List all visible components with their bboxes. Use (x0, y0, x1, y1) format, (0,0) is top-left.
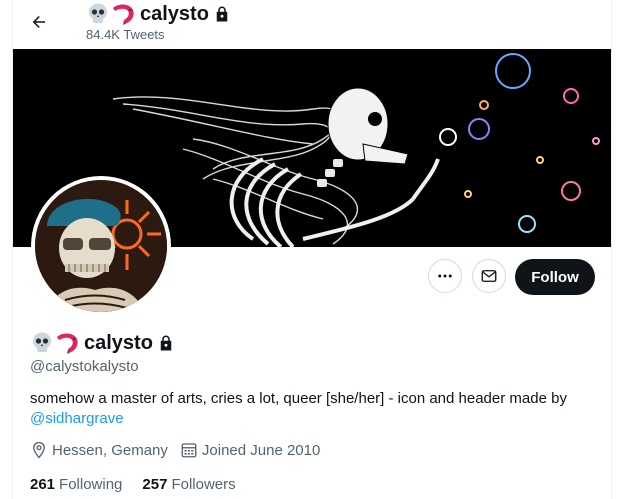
more-button[interactable] (428, 259, 462, 293)
calendar-icon (181, 443, 197, 458)
shrimp-emoji-icon (57, 333, 78, 354)
header-title: calysto (140, 2, 209, 25)
skull-emoji-icon (33, 332, 51, 352)
display-name-row: calysto (30, 331, 175, 355)
bio-text: somehow a master of arts, cries a lot, q… (30, 390, 567, 407)
follow-stats: 261 Following 257 Followers (30, 476, 256, 493)
following-link[interactable]: 261 Following (30, 476, 122, 493)
following-label: Following (59, 476, 123, 493)
lock-icon (160, 335, 172, 351)
header-title-row: calysto (86, 2, 231, 26)
followers-link[interactable]: 257 Followers (142, 476, 235, 493)
skull-emoji-icon (89, 3, 107, 23)
profile-bio: somehow a master of arts, cries a lot, q… (30, 389, 590, 429)
avatar[interactable] (31, 176, 171, 316)
joined-text: Joined June 2010 (201, 441, 321, 459)
lock-icon (216, 6, 228, 22)
arrow-left-icon (32, 16, 45, 28)
tweet-count: 84.4K Tweets (86, 27, 165, 42)
follow-button[interactable]: Follow (515, 259, 595, 295)
following-count: 261 (30, 476, 56, 493)
user-handle: @calystokalysto (30, 358, 139, 375)
more-icon (438, 274, 452, 278)
display-name: calysto (84, 331, 153, 354)
followers-label: Followers (171, 476, 236, 493)
back-button[interactable] (24, 7, 54, 37)
location-pin-icon (33, 441, 45, 459)
location-text: Hessen, Gemany (52, 441, 168, 459)
shrimp-emoji-icon (113, 4, 134, 25)
joined-item: Joined June 2010 (180, 441, 320, 459)
bio-mention-link[interactable]: @sidhargrave (30, 410, 124, 427)
avatar-image (35, 180, 167, 312)
message-button[interactable] (472, 259, 506, 293)
followers-count: 257 (142, 476, 168, 493)
mail-icon (481, 270, 497, 282)
location-item: Hessen, Gemany (30, 441, 168, 459)
profile-meta: Hessen, Gemany Joined June 2010 (30, 441, 332, 459)
